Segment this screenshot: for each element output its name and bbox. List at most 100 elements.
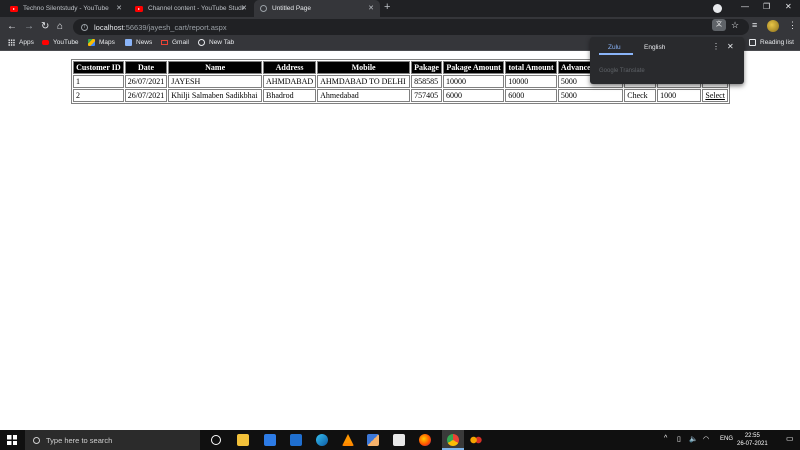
bookmark-gmail[interactable]: Gmail xyxy=(161,39,189,46)
cell-address: Bhadrod xyxy=(263,89,317,102)
reading-list-label: Reading list xyxy=(760,39,794,46)
chrome-icon[interactable] xyxy=(447,434,459,446)
close-window-icon[interactable]: ✕ xyxy=(785,2,792,11)
python-icon[interactable] xyxy=(367,434,379,446)
firefox-icon[interactable] xyxy=(419,434,431,446)
translate-tab-source[interactable]: Zulu xyxy=(608,44,621,51)
clock-date: 26-07-2021 xyxy=(737,441,768,447)
cell-pakage-amount: 6000 xyxy=(442,89,505,102)
cell-name: JAYESH xyxy=(168,75,263,88)
cell-total-amount: 10000 xyxy=(505,75,557,88)
notifications-icon[interactable]: ▭ xyxy=(786,434,794,443)
select-link[interactable]: Select xyxy=(705,91,725,100)
url-path: :56639/jayesh_cart/report.aspx xyxy=(123,22,227,32)
back-arrow-icon[interactable]: ← xyxy=(7,20,17,34)
translate-footer: Google Translate xyxy=(599,68,645,74)
browser-menu-icon[interactable]: ⋮ xyxy=(788,20,797,31)
cell-date: 26/07/2021 xyxy=(124,89,168,102)
reading-list-icon xyxy=(749,39,756,46)
tray-chevron-icon[interactable]: ^ xyxy=(664,435,667,442)
translate-tab-target[interactable]: English xyxy=(644,44,665,51)
cell-customer-id: 2 xyxy=(73,89,124,102)
battery-icon[interactable]: ▯ xyxy=(677,435,681,443)
bookmark-maps[interactable]: Maps xyxy=(88,39,115,46)
globe-icon xyxy=(260,5,267,12)
column-header: total Amount xyxy=(505,61,557,74)
edge-icon[interactable] xyxy=(316,434,328,446)
app-icon[interactable] xyxy=(470,434,482,446)
windows-start-icon[interactable] xyxy=(7,435,17,445)
tab-untitled-page[interactable]: Untitled Page ✕ xyxy=(254,0,380,17)
more-options-icon[interactable]: ⋮ xyxy=(712,42,720,51)
translate-popup: Zulu English ⋮ ✕ Google Translate xyxy=(590,37,744,84)
word-icon[interactable] xyxy=(264,434,276,446)
cell-mobile: AHMDABAD TO DELHI xyxy=(317,75,411,88)
column-header: Name xyxy=(168,61,263,74)
store-icon[interactable] xyxy=(393,434,405,446)
bookmark-star-icon[interactable]: ☆ xyxy=(731,20,739,31)
volume-icon[interactable]: 🔈 xyxy=(689,435,698,443)
reading-queue-icon[interactable]: ≡ xyxy=(752,20,757,30)
cell-total-amount: 6000 xyxy=(505,89,557,102)
close-tab-icon[interactable]: ✕ xyxy=(241,4,247,12)
forward-arrow-icon[interactable]: → xyxy=(24,20,34,34)
profile-menu-icon[interactable] xyxy=(713,4,722,13)
cell-address: AHMDABAD xyxy=(263,75,317,88)
bookmark-news[interactable]: News xyxy=(125,39,152,46)
tab-title: Techno Silentstudy - YouTube xyxy=(23,5,109,12)
tab-title: Channel content - YouTube Studio xyxy=(148,5,244,12)
youtube-icon xyxy=(42,40,49,45)
cell-advance-amount: 5000 xyxy=(557,89,624,102)
cell-name: Khilji Salmaben Sadikbhai xyxy=(168,89,263,102)
cell-mobile: Ahmedabad xyxy=(317,89,411,102)
taskbar-clock[interactable]: 22:55 26-07-2021 xyxy=(737,432,768,448)
vlc-icon[interactable] xyxy=(342,434,354,446)
maximize-icon[interactable]: ❐ xyxy=(763,2,770,11)
cell-pakage: 858585 xyxy=(411,75,442,88)
table-row: 2 26/07/2021 Khilji Salmaben Sadikbhai B… xyxy=(73,89,728,102)
address-bar[interactable]: i localhost:56639/jayesh_cart/report.asp… xyxy=(73,19,749,35)
language-indicator[interactable]: ENG xyxy=(720,436,733,442)
gmail-icon xyxy=(161,40,168,45)
bookmark-youtube[interactable]: YouTube xyxy=(42,39,79,46)
cell-date: 26/07/2021 xyxy=(124,75,168,88)
column-header: Mobile xyxy=(317,61,411,74)
tab-title: Untitled Page xyxy=(272,5,312,12)
close-tab-icon[interactable]: ✕ xyxy=(368,4,374,12)
mail-icon[interactable] xyxy=(290,434,302,446)
bookmark-label: News xyxy=(136,39,153,46)
cell-amount: 1000 xyxy=(657,89,702,102)
home-icon[interactable]: ⌂ xyxy=(57,20,63,34)
column-header: Pakage Amount xyxy=(442,61,505,74)
news-icon xyxy=(125,39,132,46)
reload-icon[interactable]: ↻ xyxy=(41,20,49,34)
close-popup-icon[interactable]: ✕ xyxy=(727,42,734,51)
cell-action: Select xyxy=(702,89,728,102)
avatar[interactable] xyxy=(767,20,779,32)
taskbar-search[interactable]: Type here to search xyxy=(25,430,200,450)
bookmark-apps[interactable]: Apps xyxy=(8,39,34,46)
tab-strip: Techno Silentstudy - YouTube ✕ Channel c… xyxy=(0,0,800,17)
search-icon xyxy=(33,436,40,444)
taskbar: Type here to search ^ ▯ 🔈 ◠ ENG 22:55 26… xyxy=(0,430,800,450)
column-header: Customer ID xyxy=(73,61,124,74)
active-tab-indicator xyxy=(599,53,633,55)
new-tab-plus-icon[interactable]: + xyxy=(384,1,390,13)
tab-youtube-studio[interactable]: Channel content - YouTube Studio ✕ xyxy=(129,0,253,17)
clock-time: 22:55 xyxy=(744,433,760,439)
browser-toolbar: ← → ↻ ⌂ i localhost:56639/jayesh_cart/re… xyxy=(0,17,800,37)
youtube-icon xyxy=(135,5,143,12)
site-info-icon[interactable]: i xyxy=(81,23,88,31)
search-placeholder: Type here to search xyxy=(46,435,113,445)
translate-icon[interactable]: 文 xyxy=(712,19,726,31)
network-icon[interactable]: ◠ xyxy=(703,435,709,443)
reading-list-button[interactable]: Reading list xyxy=(749,39,794,46)
close-tab-icon[interactable]: ✕ xyxy=(116,4,122,12)
minimize-icon[interactable]: — xyxy=(741,2,749,11)
tab-youtube-channel[interactable]: Techno Silentstudy - YouTube ✕ xyxy=(4,0,128,17)
cortana-icon[interactable] xyxy=(211,435,221,445)
file-explorer-icon[interactable] xyxy=(237,434,249,446)
bookmark-new-tab[interactable]: New Tab xyxy=(198,39,234,46)
youtube-icon xyxy=(10,5,18,12)
bookmark-label: Maps xyxy=(99,39,115,46)
